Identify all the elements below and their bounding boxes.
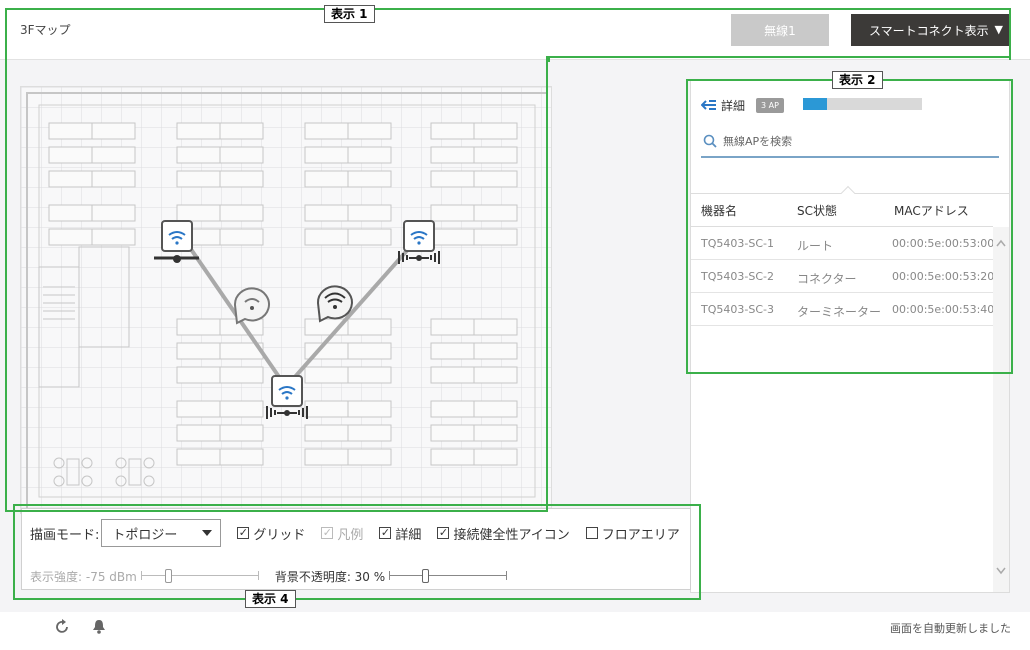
- ap-search: [701, 128, 999, 158]
- strength-slider[interactable]: [140, 569, 259, 583]
- table-notch: [840, 185, 856, 201]
- smart-connect-label: スマートコネクト表示: [869, 23, 989, 38]
- detail-toggle[interactable]: 詳細 3 AP: [701, 96, 784, 114]
- strength-slider-handle[interactable]: [165, 569, 173, 583]
- floor-area-checkbox[interactable]: フロアエリア: [585, 524, 680, 543]
- check-icon: ✓: [379, 526, 392, 539]
- ap-search-input[interactable]: [723, 132, 983, 150]
- cell-mac: 00:00:5e:00:53:20: [892, 270, 995, 283]
- floor-plan-drawing: [21, 87, 551, 513]
- health-icon-checkbox[interactable]: ✓ 接続健全性アイコン: [437, 524, 570, 543]
- column-header-sc-state[interactable]: SC状態: [797, 202, 837, 219]
- annotation-tag-1: 表示 1: [324, 5, 375, 23]
- opacity-label: 背景不透明度: 30 %: [274, 569, 386, 584]
- detail-label: 詳細: [721, 98, 746, 113]
- header: 3Fマップ 無線1 スマートコネクト表示 ▼: [0, 0, 1030, 60]
- chevron-down-icon: [202, 530, 213, 536]
- details-label: 詳細: [395, 527, 422, 543]
- cell-name: TQ5403-SC-2: [701, 270, 774, 283]
- cell-sc-state: ルート: [797, 239, 834, 253]
- annotation-tag-4: 表示 4: [245, 590, 296, 608]
- ap-progress-fill: [803, 98, 827, 110]
- check-icon: ✓: [321, 526, 334, 539]
- details-checkbox[interactable]: ✓ 詳細: [379, 524, 421, 543]
- cell-sc-state: ターミネーター: [797, 305, 882, 319]
- detail-panel: 詳細 3 AP 機器名 SC状態 MACアドレス TQ5403-SC-1 ルート…: [690, 79, 1010, 593]
- ap-progress-bar: [803, 98, 922, 110]
- cell-name: TQ5403-SC-3: [701, 303, 774, 316]
- check-icon: ✓: [237, 526, 250, 539]
- annotation-tag-2: 表示 2: [832, 71, 883, 89]
- strength-label: 表示強度: -75 dBm: [30, 569, 137, 584]
- refresh-icon[interactable]: [54, 619, 70, 635]
- draw-mode-label: 描画モード:: [30, 527, 100, 543]
- scroll-down-icon[interactable]: [996, 567, 1006, 575]
- grid-label: グリッド: [253, 527, 306, 543]
- legend-checkbox: ✓ 凡例: [321, 524, 363, 543]
- legend-label: 凡例: [337, 527, 364, 543]
- caret-down-icon: ▼: [994, 23, 1003, 36]
- ap-count-badge: 3 AP: [756, 97, 784, 113]
- table-row[interactable]: TQ5403-SC-2 コネクター 00:00:5e:00:53:20: [691, 260, 995, 293]
- table-row[interactable]: TQ5403-SC-1 ルート 00:00:5e:00:53:00: [691, 227, 995, 260]
- empty-checkbox-icon: [585, 527, 598, 539]
- smart-connect-button[interactable]: スマートコネクト表示 ▼: [851, 14, 1009, 46]
- health-icon-label: 接続健全性アイコン: [453, 527, 570, 543]
- cell-mac: 00:00:5e:00:53:00: [892, 237, 995, 250]
- wireless-1-button[interactable]: 無線1: [731, 14, 829, 46]
- grid-checkbox[interactable]: ✓ グリッド: [237, 524, 305, 543]
- collapse-list-icon: [701, 100, 716, 110]
- draw-mode-select[interactable]: トポロジー: [101, 519, 222, 547]
- search-icon: [703, 134, 717, 148]
- table-row[interactable]: TQ5403-SC-3 ターミネーター 00:00:5e:00:53:40: [691, 293, 995, 326]
- floor-area-label: フロアエリア: [601, 527, 680, 543]
- auto-refresh-status: 画面を自動更新しました: [890, 622, 1011, 635]
- display-settings: 描画モード: トポロジー ✓ グリッド ✓ 凡例 ✓ 詳細 ✓ 接続健全性アイコン フロ…: [21, 508, 691, 590]
- check-icon: ✓: [437, 526, 450, 539]
- map-title: 3Fマップ: [20, 23, 71, 37]
- cell-name: TQ5403-SC-1: [701, 237, 774, 250]
- column-header-name[interactable]: 機器名: [701, 202, 737, 219]
- table-scrollbar[interactable]: [993, 227, 1009, 592]
- footer: 画面を自動更新しました: [0, 612, 1030, 650]
- floor-map[interactable]: [20, 86, 552, 514]
- draw-mode-value: トポロジー: [112, 527, 178, 543]
- cell-sc-state: コネクター: [797, 272, 857, 286]
- cell-mac: 00:00:5e:00:53:40: [892, 303, 995, 316]
- scroll-up-icon[interactable]: [996, 239, 1006, 247]
- bell-icon[interactable]: [92, 619, 106, 635]
- opacity-slider[interactable]: [389, 569, 508, 583]
- column-header-mac[interactable]: MACアドレス: [894, 202, 969, 219]
- opacity-slider-handle[interactable]: [422, 569, 430, 583]
